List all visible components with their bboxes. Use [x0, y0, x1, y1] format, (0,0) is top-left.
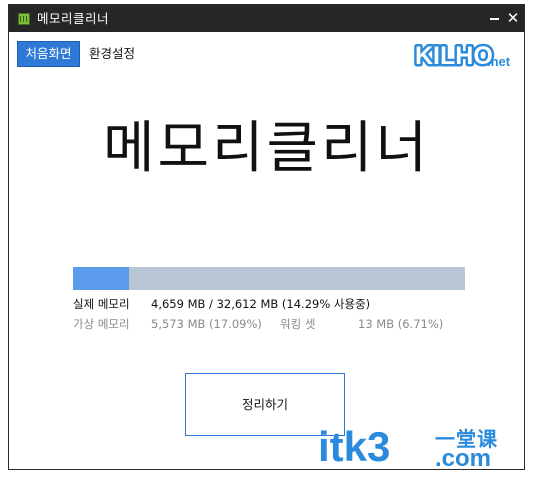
hero-title: 메모리클리너 [102, 116, 431, 181]
memory-chip-icon [18, 13, 30, 25]
watermark-domain: .com [435, 445, 492, 472]
physical-memory-value: 4,659 MB / 32,612 MB (14.29% 사용중) [151, 297, 371, 311]
home-tab-button[interactable]: 처음화면 [17, 41, 80, 67]
app-window: 메모리클리너 ✕ 처음화면 환경설정 KILHO KILHO .net 메모리클… [8, 4, 525, 470]
minimize-icon [489, 18, 499, 20]
memory-usage-fill [73, 267, 130, 290]
virtual-memory-value: 5,573 MB (17.09%) [151, 317, 262, 331]
working-set-label: 워킹 셋 [280, 317, 316, 331]
site-watermark: itk3 一堂课 .com [318, 424, 518, 476]
settings-tab-button[interactable]: 환경설정 [89, 41, 135, 67]
close-button[interactable]: ✕ [504, 9, 522, 27]
watermark-latin: itk3 [318, 423, 391, 470]
memory-usage-bar [73, 267, 465, 290]
title-bar[interactable]: 메모리클리너 ✕ [9, 5, 524, 32]
close-icon: ✕ [506, 9, 520, 27]
logo-main-text: KILHO [415, 42, 493, 70]
working-set-value: 13 MB (6.71%) [358, 317, 444, 331]
virtual-memory-label: 가상 메모리 [73, 317, 130, 331]
minimize-button[interactable] [485, 9, 503, 27]
window-title: 메모리클리너 [37, 11, 110, 26]
physical-memory-label: 실제 메모리 [73, 297, 130, 311]
logo-suffix-text: .net [487, 54, 511, 69]
kilho-logo[interactable]: KILHO KILHO .net [413, 39, 518, 72]
